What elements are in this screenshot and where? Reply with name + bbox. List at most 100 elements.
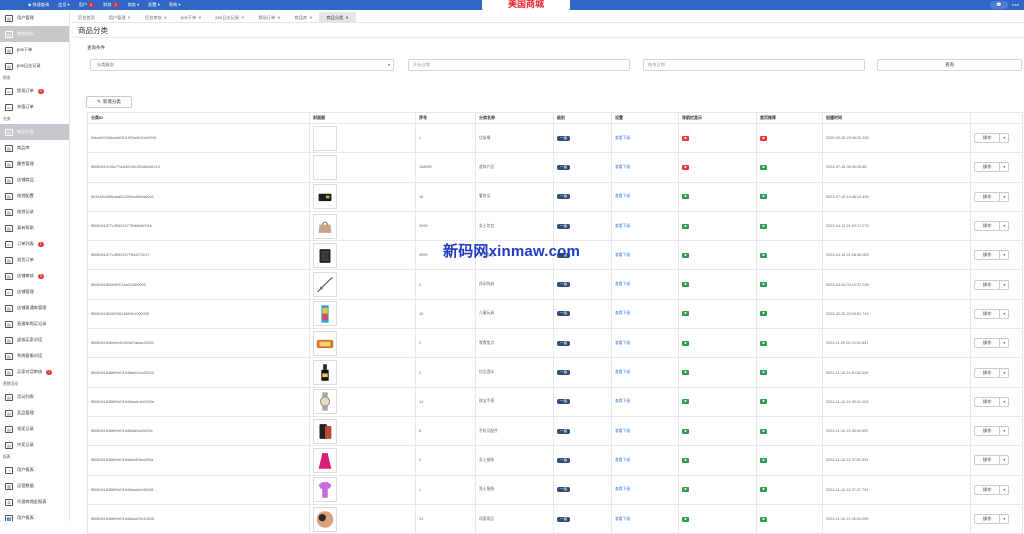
chevron-down-icon[interactable]: ▾ — [1000, 283, 1008, 287]
sidebar-item[interactable]: ▤ 领奖记录 — [0, 421, 69, 437]
sidebar-item[interactable]: ▤ 用户管理 — [0, 10, 69, 26]
view-children-link[interactable]: 查看下级 — [615, 224, 630, 228]
operate-button[interactable]: 操作 ▾ — [974, 162, 1010, 173]
tab-item[interactable]: 商品库 ✕ — [288, 12, 320, 23]
sidebar-item[interactable]: ▤ 商品库 — [0, 140, 69, 156]
tab-item[interactable]: pos日志记录 ✕ — [209, 12, 252, 23]
nav-display-toggle[interactable]: ■ — [682, 340, 689, 346]
sidebar-item[interactable]: ▤ 系统客服对话 — [0, 348, 69, 364]
query-button[interactable]: 查询 — [877, 59, 1022, 71]
sidebar-item[interactable]: ▤ 借贷记录 — [0, 204, 69, 220]
sidebar-item[interactable]: ⛭ 代理商佣金报表 — [0, 494, 69, 510]
sidebar-item[interactable]: ▤ 店铺直通车管理 — [0, 300, 69, 316]
chevron-down-icon[interactable]: ▾ — [1000, 341, 1008, 345]
topnav-item[interactable]: ◆ 快速查询 — [28, 2, 49, 8]
nav-display-toggle[interactable]: ■ — [682, 164, 689, 170]
topnav-item[interactable]: 配置 ▾ — [148, 2, 160, 8]
tab-item[interactable]: 后台首页 — [71, 12, 102, 23]
close-icon[interactable]: ✕ — [345, 15, 348, 20]
view-children-link[interactable]: 查看下级 — [615, 311, 630, 315]
nav-display-toggle[interactable]: ■ — [682, 282, 689, 288]
start-date-input[interactable]: 开始日期 — [408, 59, 630, 71]
view-children-link[interactable]: 查看下级 — [615, 282, 630, 286]
view-children-link[interactable]: 查看下级 — [615, 136, 630, 140]
home-recommend-toggle[interactable]: ■ — [760, 340, 767, 346]
view-children-link[interactable]: 查看下级 — [615, 370, 630, 374]
tab-item[interactable]: pos下单 ✕ — [174, 12, 209, 23]
sidebar-item[interactable]: ◔ 用户报表 — [0, 462, 69, 478]
end-date-input[interactable]: 结束日期 — [643, 59, 865, 71]
tab-item[interactable]: 提现订单 ✕ — [251, 12, 287, 23]
view-children-link[interactable]: 查看下级 — [615, 458, 630, 462]
sidebar-item[interactable]: ▤ pos下单 — [0, 42, 69, 58]
view-children-link[interactable]: 查看下级 — [615, 487, 630, 491]
sidebar-item[interactable]: ▤ 店铺商品 — [0, 172, 69, 188]
close-icon[interactable]: ✕ — [128, 15, 131, 20]
nav-display-toggle[interactable]: ■ — [682, 487, 689, 493]
sidebar-item[interactable]: ▤ 店铺审核 5 — [0, 268, 69, 284]
sidebar-item[interactable]: ▤ 活动列表 — [0, 389, 69, 405]
topnav-item[interactable]: 会员 ▾ — [58, 2, 70, 8]
view-children-link[interactable]: 查看下级 — [615, 429, 630, 433]
chat-icon[interactable]: 💬 — [990, 1, 1008, 9]
view-children-link[interactable]: 查看下级 — [615, 194, 630, 198]
nav-display-toggle[interactable]: ■ — [682, 311, 689, 317]
operate-button[interactable]: 操作 ▾ — [974, 514, 1010, 524]
view-children-link[interactable]: 查看下级 — [615, 517, 630, 521]
topnav-item[interactable]: 财务 0 — [103, 2, 119, 8]
view-children-link[interactable]: 查看下级 — [615, 253, 630, 257]
home-recommend-toggle[interactable]: ■ — [760, 487, 767, 493]
chevron-down-icon[interactable]: ▾ — [1000, 429, 1008, 433]
home-recommend-toggle[interactable]: ■ — [760, 135, 767, 141]
operate-button[interactable]: 操作 ▾ — [974, 484, 1010, 495]
operate-button[interactable]: 操作 ▾ — [974, 455, 1010, 466]
home-recommend-toggle[interactable]: ■ — [760, 223, 767, 229]
view-children-link[interactable]: 查看下级 — [615, 165, 630, 169]
sidebar-item[interactable]: ▭ 订单列表 1 — [0, 236, 69, 252]
chevron-down-icon[interactable]: ▾ — [1000, 224, 1008, 228]
sidebar-item[interactable]: ▤ 真有帮助 — [0, 220, 69, 236]
home-recommend-toggle[interactable]: ■ — [760, 282, 767, 288]
sidebar-item[interactable]: ▭ 提现订单 0 — [0, 83, 69, 99]
operate-button[interactable]: 操作 ▾ — [974, 279, 1010, 290]
home-recommend-toggle[interactable]: ■ — [760, 399, 767, 405]
nav-display-toggle[interactable]: ■ — [682, 135, 689, 141]
view-children-link[interactable]: 查看下级 — [615, 399, 630, 403]
chevron-down-icon[interactable]: ▾ — [1000, 312, 1008, 316]
operate-button[interactable]: 操作 ▾ — [974, 308, 1010, 319]
topnav-item[interactable]: 系统 ▾ — [169, 2, 181, 8]
chevron-down-icon[interactable]: ▾ — [1000, 458, 1008, 462]
chevron-down-icon[interactable]: ▾ — [1000, 517, 1008, 521]
close-icon[interactable]: ✕ — [277, 15, 280, 20]
nav-display-toggle[interactable]: ■ — [682, 457, 689, 463]
chevron-down-icon[interactable]: ▾ — [1000, 165, 1008, 169]
add-category-button[interactable]: ✎ 新增分类 — [86, 96, 132, 108]
home-recommend-toggle[interactable]: ■ — [760, 457, 767, 463]
sidebar-item[interactable]: ▤ 退货订单 — [0, 252, 69, 268]
sidebar-item[interactable]: ▤ 角色授权 — [0, 26, 69, 42]
nav-display-toggle[interactable]: ■ — [682, 399, 689, 405]
nav-display-toggle[interactable]: ■ — [682, 428, 689, 434]
sidebar-item[interactable]: ▭ 充值订单 — [0, 99, 69, 115]
chevron-down-icon[interactable]: ▾ — [1000, 195, 1008, 199]
home-recommend-toggle[interactable]: ■ — [760, 311, 767, 317]
sidebar-item[interactable]: ▤ 奖品管理 — [0, 405, 69, 421]
sidebar-item[interactable]: ▭ 店铺管理 — [0, 284, 69, 300]
tab-item[interactable]: 用户管理 ✕ — [102, 12, 138, 23]
sidebar-item[interactable]: ▤ pos日志记录 — [0, 58, 69, 74]
topnav-item[interactable]: 商务 ▾ — [128, 2, 140, 8]
home-recommend-toggle[interactable]: ■ — [760, 164, 767, 170]
sidebar-item[interactable]: 👥 用户报表 — [0, 510, 69, 521]
home-recommend-toggle[interactable]: ■ — [760, 194, 767, 200]
chevron-down-icon[interactable]: ▾ — [1000, 253, 1008, 257]
close-icon[interactable]: ✕ — [241, 15, 244, 20]
level-select[interactable]: 分类级别 ▾ — [90, 59, 394, 71]
operate-button[interactable]: 操作 ▾ — [974, 396, 1010, 407]
chevron-down-icon[interactable]: ▾ — [1000, 371, 1008, 375]
nav-display-toggle[interactable]: ■ — [682, 252, 689, 258]
tab-item[interactable]: 后台审核 ✕ — [138, 12, 174, 23]
close-icon[interactable]: ✕ — [198, 15, 201, 20]
topnav-item[interactable]: 用户 5 — [79, 2, 95, 8]
chevron-down-icon[interactable]: ▾ — [1000, 488, 1008, 492]
nav-display-toggle[interactable]: ■ — [682, 223, 689, 229]
